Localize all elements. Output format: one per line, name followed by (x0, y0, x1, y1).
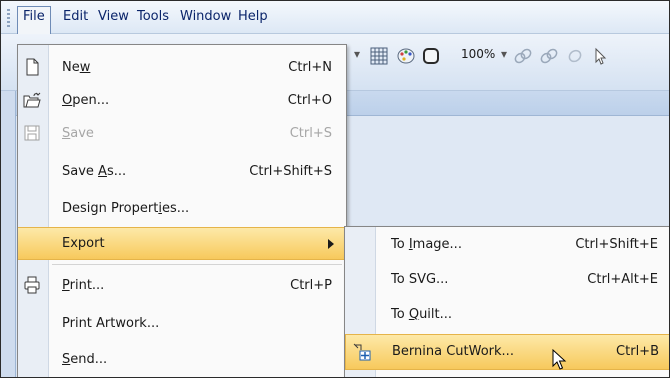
menu-item-label: Open... (62, 93, 110, 108)
menu-item-label: Print... (62, 278, 105, 293)
hoop-icon[interactable] (421, 46, 441, 66)
menu-item-to-svg[interactable]: To SVG... Ctrl+Alt+E (345, 263, 669, 297)
unlink-icon[interactable] (565, 46, 585, 66)
menu-item-export[interactable]: Export (18, 227, 346, 260)
menu-help[interactable]: Help (233, 7, 273, 27)
open-folder-icon (23, 92, 41, 108)
menu-item-to-image[interactable]: To Image... Ctrl+Shift+E (345, 228, 669, 262)
menu-item-save[interactable]: Save Ctrl+S (18, 118, 346, 149)
submenu-arrow-icon (328, 239, 334, 249)
zoom-dropdown-icon[interactable]: ▾ (501, 47, 507, 61)
export-submenu: To Image... Ctrl+Shift+E To SVG... Ctrl+… (344, 226, 669, 377)
menu-item-label: Print Artwork... (62, 316, 160, 331)
file-menu: New Ctrl+N Open... Ctrl+O Save Ctrl+S Sa… (17, 44, 347, 377)
application-window: ▾ 100% ▾ File Edit View Tools Window Hel… (0, 0, 670, 378)
shortcut-text: Ctrl+Alt+E (587, 272, 658, 287)
zoom-level[interactable]: 100% (461, 47, 495, 61)
menu-item-open[interactable]: Open... Ctrl+O (18, 85, 346, 116)
palette-icon[interactable] (396, 46, 416, 66)
menu-item-save-as[interactable]: Save As... Ctrl+Shift+S (18, 156, 346, 187)
new-document-icon (26, 58, 39, 76)
shortcut-text: Ctrl+Shift+E (575, 237, 658, 252)
menu-separator (52, 264, 342, 265)
cutwork-icon (353, 343, 371, 361)
shortcut-text: Ctrl+S (289, 126, 332, 141)
shortcut-text: Ctrl+O (287, 93, 332, 108)
menu-item-label: To SVG... (391, 272, 449, 287)
menu-item-label: Send... (62, 352, 108, 367)
shortcut-text: Ctrl+P (290, 278, 332, 293)
menu-item-label: Bernina CutWork... (392, 344, 514, 359)
shortcut-text: Ctrl+N (288, 60, 332, 75)
save-disk-icon (24, 125, 40, 141)
menu-item-bernina-cutwork[interactable]: Bernina CutWork... Ctrl+B (345, 334, 669, 370)
menu-item-label: Design Properties... (62, 201, 190, 216)
left-toolbox (1, 91, 16, 377)
printer-icon (24, 276, 40, 294)
menu-item-label: To Quilt... (391, 307, 453, 322)
menu-item-design-properties[interactable]: Design Properties... (18, 193, 346, 224)
menu-tools[interactable]: Tools (132, 7, 174, 27)
dropdown-arrow-icon[interactable]: ▾ (354, 47, 360, 61)
menu-item-print[interactable]: Print... Ctrl+P (18, 270, 346, 301)
shortcut-text: Ctrl+Shift+S (249, 164, 332, 179)
menu-bar: File Edit View Tools Window Help (1, 1, 669, 34)
menu-item-print-artwork[interactable]: Print Artwork... (18, 308, 346, 339)
mouse-cursor-icon (552, 349, 567, 370)
menu-item-label: Save As... (62, 164, 127, 179)
menu-item-new[interactable]: New Ctrl+N (18, 52, 346, 83)
menu-window[interactable]: Window (175, 7, 236, 27)
link-alt-icon[interactable] (539, 46, 559, 66)
menu-file[interactable]: File (17, 6, 51, 34)
menu-item-label: To Image... (391, 237, 462, 252)
shortcut-text: Ctrl+B (616, 344, 659, 359)
menu-item-label: Export (62, 236, 105, 251)
help-pointer-icon[interactable] (591, 46, 611, 66)
menu-item-label: New (62, 60, 91, 75)
menu-view[interactable]: View (93, 7, 134, 27)
menu-item-to-quilt[interactable]: To Quilt... (345, 298, 669, 332)
menu-item-label: Save (62, 126, 94, 141)
link-icon[interactable] (513, 46, 533, 66)
menu-item-send[interactable]: Send... (18, 344, 346, 375)
menu-edit[interactable]: Edit (58, 7, 93, 27)
grid-icon[interactable] (369, 46, 389, 66)
menubar-grip-icon (7, 9, 10, 27)
